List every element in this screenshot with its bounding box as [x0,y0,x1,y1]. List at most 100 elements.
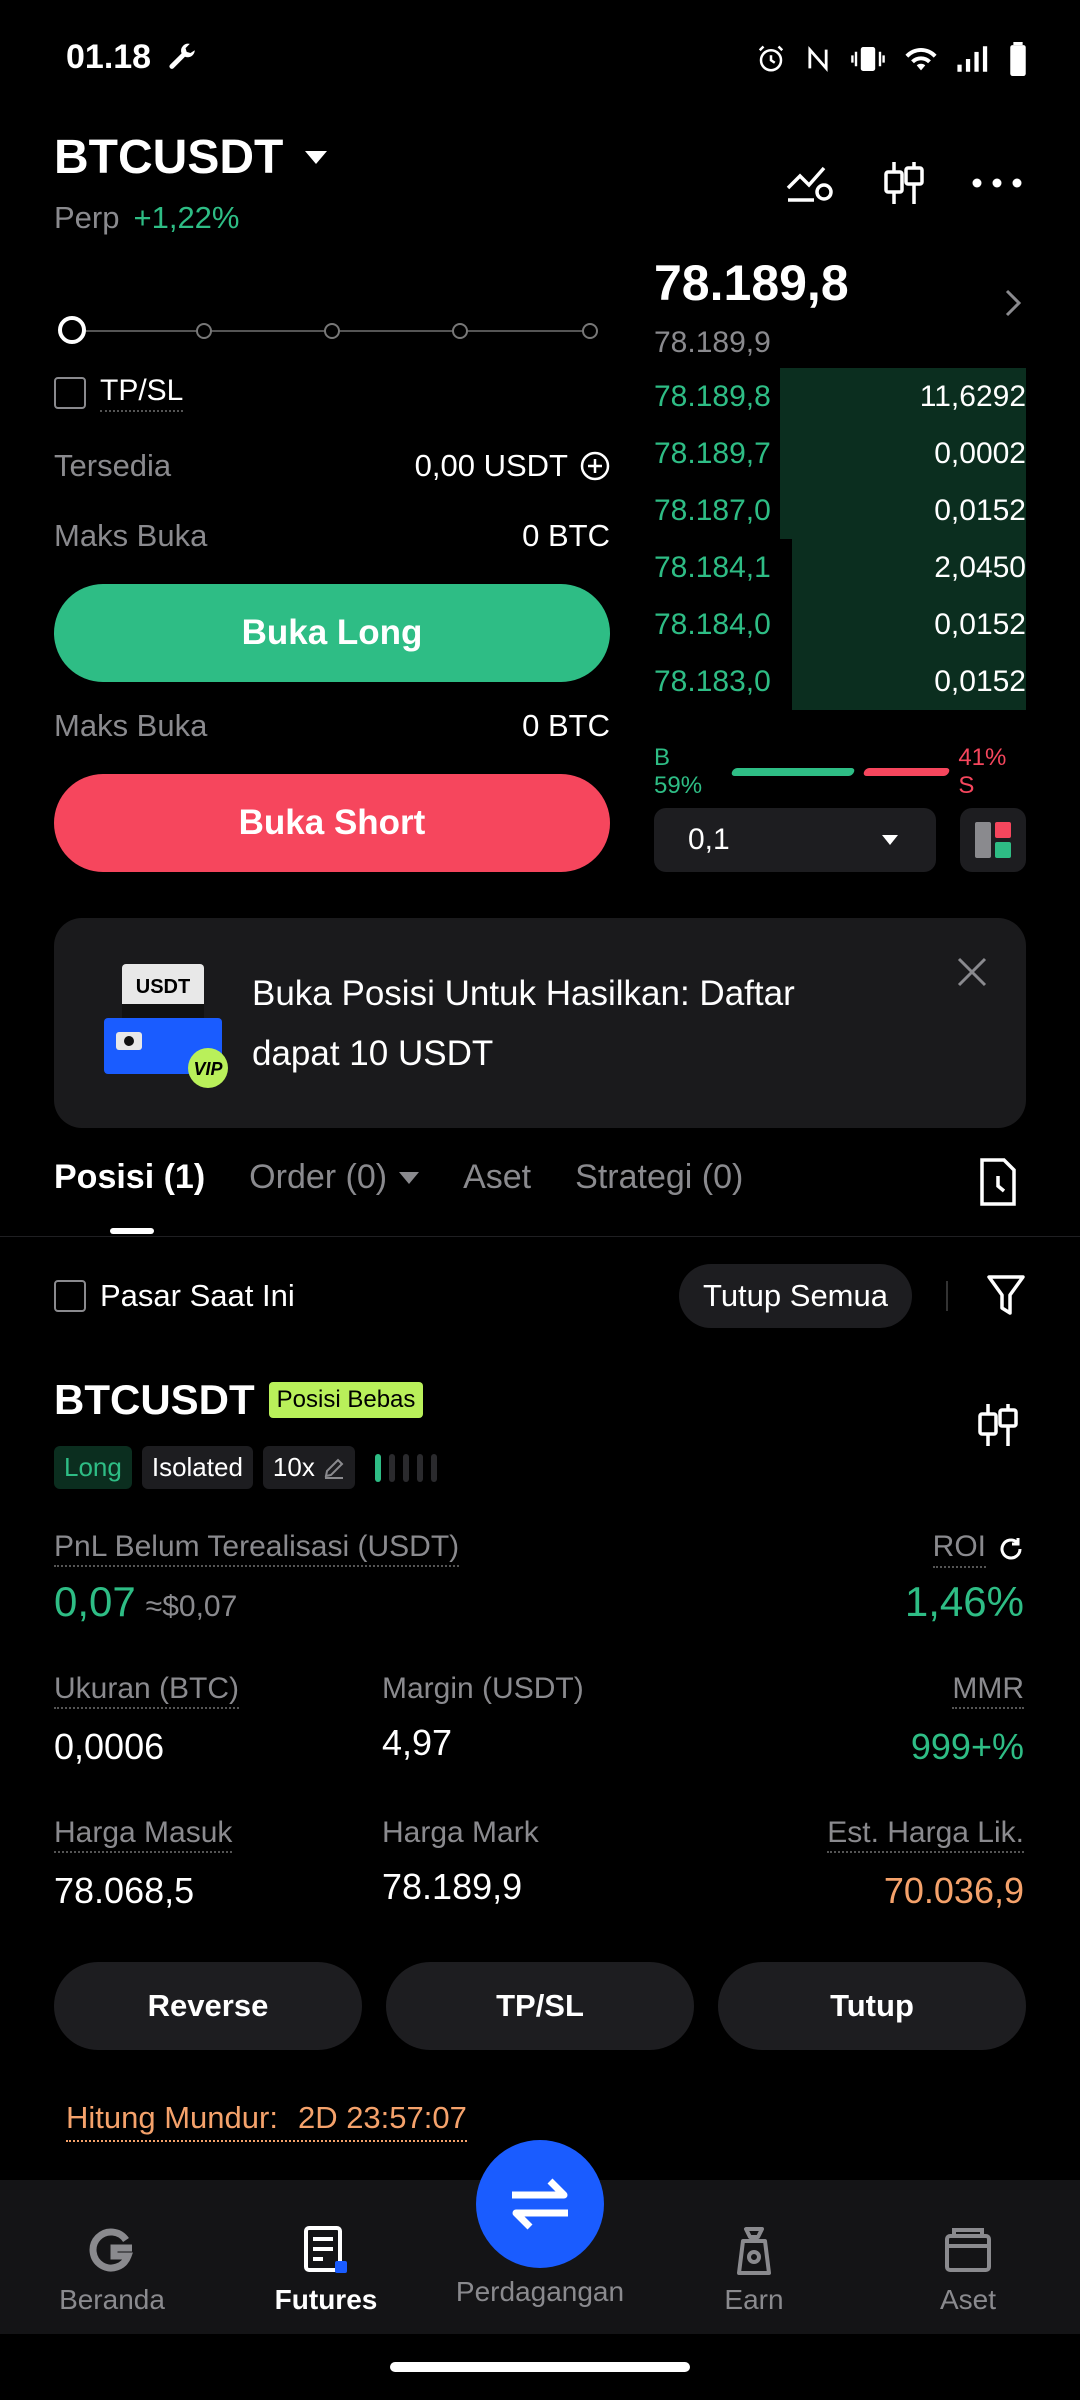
bid-price: 78.184,1 [654,550,771,584]
price-alert-icon[interactable] [786,162,836,204]
tab-orders[interactable]: Order (0) [249,1158,420,1197]
orderbook-layout-button[interactable] [960,808,1026,872]
position-badge: Posisi Bebas [268,1382,424,1418]
available-value: 0,00 USDT [414,448,568,483]
slider-step-100[interactable] [582,323,598,339]
position-pair: BTCUSDT [54,1376,255,1423]
slider-handle[interactable] [58,316,86,344]
max-open-short-value: 0 BTC [522,708,610,743]
tab-assets[interactable]: Aset [463,1158,531,1197]
buy-sell-ratio: B 59% 41% S [654,744,1007,799]
pnl-value-group: 0,07 ≈$0,07 [54,1578,237,1626]
max-open-long-value: 0 BTC [522,518,610,553]
mark-price-label: Harga Mark [382,1816,539,1849]
bid-price: 78.189,7 [654,436,771,470]
close-all-button[interactable]: Tutup Semua [679,1264,912,1328]
position-tpsl-button[interactable]: TP/SL [386,1962,694,2050]
swap-arrows-icon [512,2178,568,2230]
order-book-row[interactable]: 78.184,0 0,0152 [654,596,1026,653]
refresh-icon [1000,1538,1022,1560]
roi-label[interactable]: ROI [932,1530,1024,1568]
nav-trade[interactable]: Perdagangan [432,2276,648,2308]
bid-quantity: 0,0002 [934,436,1026,470]
tpsl-checkbox[interactable]: TP/SL [54,374,184,412]
reverse-button[interactable]: Reverse [54,1962,362,2050]
order-book-row[interactable]: 78.184,1 2,0450 [654,539,1026,596]
bid-quantity: 0,0152 [934,607,1026,641]
order-book-row[interactable]: 78.183,0 0,0152 [654,653,1026,710]
leverage-tag[interactable]: 10x [262,1446,355,1489]
bid-price: 78.184,0 [654,607,771,641]
checkbox-box[interactable] [54,377,86,409]
position-tabs: Posisi (1) Order (0) Aset Strategi (0) [54,1158,743,1197]
nav-assets[interactable]: Aset [860,2222,1076,2316]
more-icon[interactable] [972,178,1022,188]
last-price[interactable]: 78.189,8 [654,254,849,312]
vibrate-icon [851,47,885,71]
slider-step-75[interactable] [452,323,468,339]
candlestick-chart-icon[interactable] [976,1402,1020,1448]
countdown: Hitung Mundur: 2D 23:57:07 [66,2100,467,2142]
leverage-slider[interactable] [58,316,598,346]
trade-fab-button[interactable] [476,2140,604,2268]
position-tags: Long Isolated 10x [54,1446,445,1489]
open-short-button[interactable]: Buka Short [54,774,610,872]
open-long-button[interactable]: Buka Long [54,584,610,682]
order-book-row[interactable]: 78.189,8 11,6292 [654,368,1026,425]
buy-ratio-bar [730,768,856,776]
home-indicator [390,2362,690,2372]
bid-price: 78.183,0 [654,664,771,698]
checkbox-box[interactable] [54,1280,86,1312]
filter-icon[interactable] [986,1274,1026,1318]
history-document-icon[interactable] [978,1158,1018,1206]
size-label: Ukuran (BTC) [54,1672,240,1709]
tab-strategy[interactable]: Strategi (0) [575,1158,743,1197]
promo-banner[interactable]: USDT VIP Buka Posisi Untuk Hasilkan: Daf… [54,918,1026,1128]
svg-text:USDT: USDT [136,976,190,998]
contract-type: Perp [54,200,120,235]
wallet-icon [945,2228,991,2272]
close-icon[interactable] [956,956,988,988]
risk-level-indicator [374,1453,445,1482]
chevron-right-icon[interactable] [1004,288,1022,318]
side-tag: Long [54,1446,132,1489]
tabs-divider [0,1236,1080,1237]
status-bar-time: 01.18 [66,38,199,77]
status-icons [756,42,1028,76]
nav-futures[interactable]: Futures [218,2222,434,2316]
futures-icon [304,2226,347,2273]
order-book-row[interactable]: 78.189,7 0,0002 [654,425,1026,482]
available-row: Tersedia 0,00 USDT [54,448,610,484]
pair-selector[interactable]: BTCUSDT [54,130,328,185]
roi-value: 1,46% [904,1578,1024,1625]
caret-down-icon [305,150,328,164]
max-open-short-row: Maks Buka 0 BTC [54,708,610,743]
close-position-button[interactable]: Tutup [718,1962,1026,2050]
size-value: 0,0006 [54,1726,165,1767]
caret-down-icon [399,1171,420,1184]
slider-step-25[interactable] [196,323,212,339]
nav-home[interactable]: Beranda [4,2222,220,2316]
earn-icon [737,2227,771,2275]
add-circle-icon[interactable] [580,451,610,481]
nav-earn[interactable]: Earn [646,2222,862,2316]
margin-label: Margin (USDT) [382,1672,584,1705]
home-icon [89,2228,133,2272]
tab-positions[interactable]: Posisi (1) [54,1158,205,1197]
order-book-bids: 78.189,8 11,6292 78.189,7 0,0002 78.187,0 0,0… [654,368,1026,710]
pair-subtitle: Perp +1,22% [54,200,240,236]
wifi-icon [905,47,937,71]
pnl-value: 0,07 [54,1578,136,1625]
candlestick-chart-icon[interactable] [882,160,926,206]
slider-step-50[interactable] [324,323,340,339]
entry-price-label: Harga Masuk [54,1816,233,1853]
precision-select[interactable]: 0,1 [654,808,936,872]
pnl-label: PnL Belum Terealisasi (USDT) [54,1530,460,1567]
alarm-icon [758,45,784,72]
pair-name: BTCUSDT [54,131,284,184]
divider [946,1281,948,1311]
order-book-row[interactable]: 78.187,0 0,0152 [654,482,1026,539]
caret-down-icon [882,835,898,845]
battery-icon [1010,42,1026,76]
current-market-checkbox[interactable]: Pasar Saat Ini [54,1278,295,1314]
